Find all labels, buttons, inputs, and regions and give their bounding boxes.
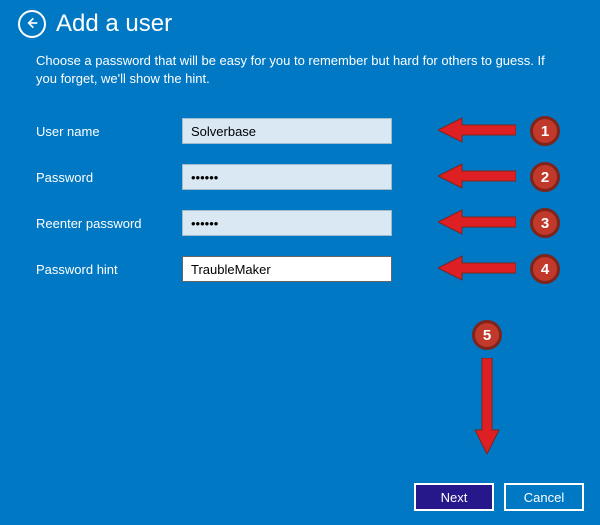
label-password: Password (36, 170, 182, 185)
reenter-password-input[interactable] (182, 210, 392, 236)
callout-2: 2 (438, 162, 560, 192)
cancel-button[interactable]: Cancel (504, 483, 584, 511)
page-subtitle: Choose a password that will be easy for … (0, 38, 600, 88)
password-input[interactable] (182, 164, 392, 190)
row-hint: Password hint 4 (36, 256, 564, 282)
label-hint: Password hint (36, 262, 182, 277)
next-button[interactable]: Next (414, 483, 494, 511)
arrow-left-icon (438, 209, 516, 238)
callout-badge-3: 3 (530, 208, 560, 238)
callout-badge-2: 2 (530, 162, 560, 192)
row-reenter: Reenter password 3 (36, 210, 564, 236)
row-password: Password 2 (36, 164, 564, 190)
callout-3: 3 (438, 208, 560, 238)
arrow-left-icon (438, 255, 516, 284)
label-reenter: Reenter password (36, 216, 182, 231)
footer-buttons: Next Cancel (414, 483, 584, 511)
arrow-down-icon (474, 358, 500, 454)
username-input[interactable] (182, 118, 392, 144)
add-user-form: User name 1 Password 2 Reenter password (0, 88, 600, 282)
callout-badge-1: 1 (530, 116, 560, 146)
callout-badge-5: 5 (472, 320, 502, 350)
callout-5: 5 (472, 320, 502, 454)
arrow-left-icon (438, 163, 516, 192)
label-username: User name (36, 124, 182, 139)
page-title: Add a user (56, 10, 172, 38)
password-hint-input[interactable] (182, 256, 392, 282)
back-button[interactable] (18, 10, 46, 38)
callout-1: 1 (438, 116, 560, 146)
callout-4: 4 (438, 254, 560, 284)
callout-badge-4: 4 (530, 254, 560, 284)
row-username: User name 1 (36, 118, 564, 144)
back-arrow-icon (24, 15, 40, 34)
arrow-left-icon (438, 117, 516, 146)
